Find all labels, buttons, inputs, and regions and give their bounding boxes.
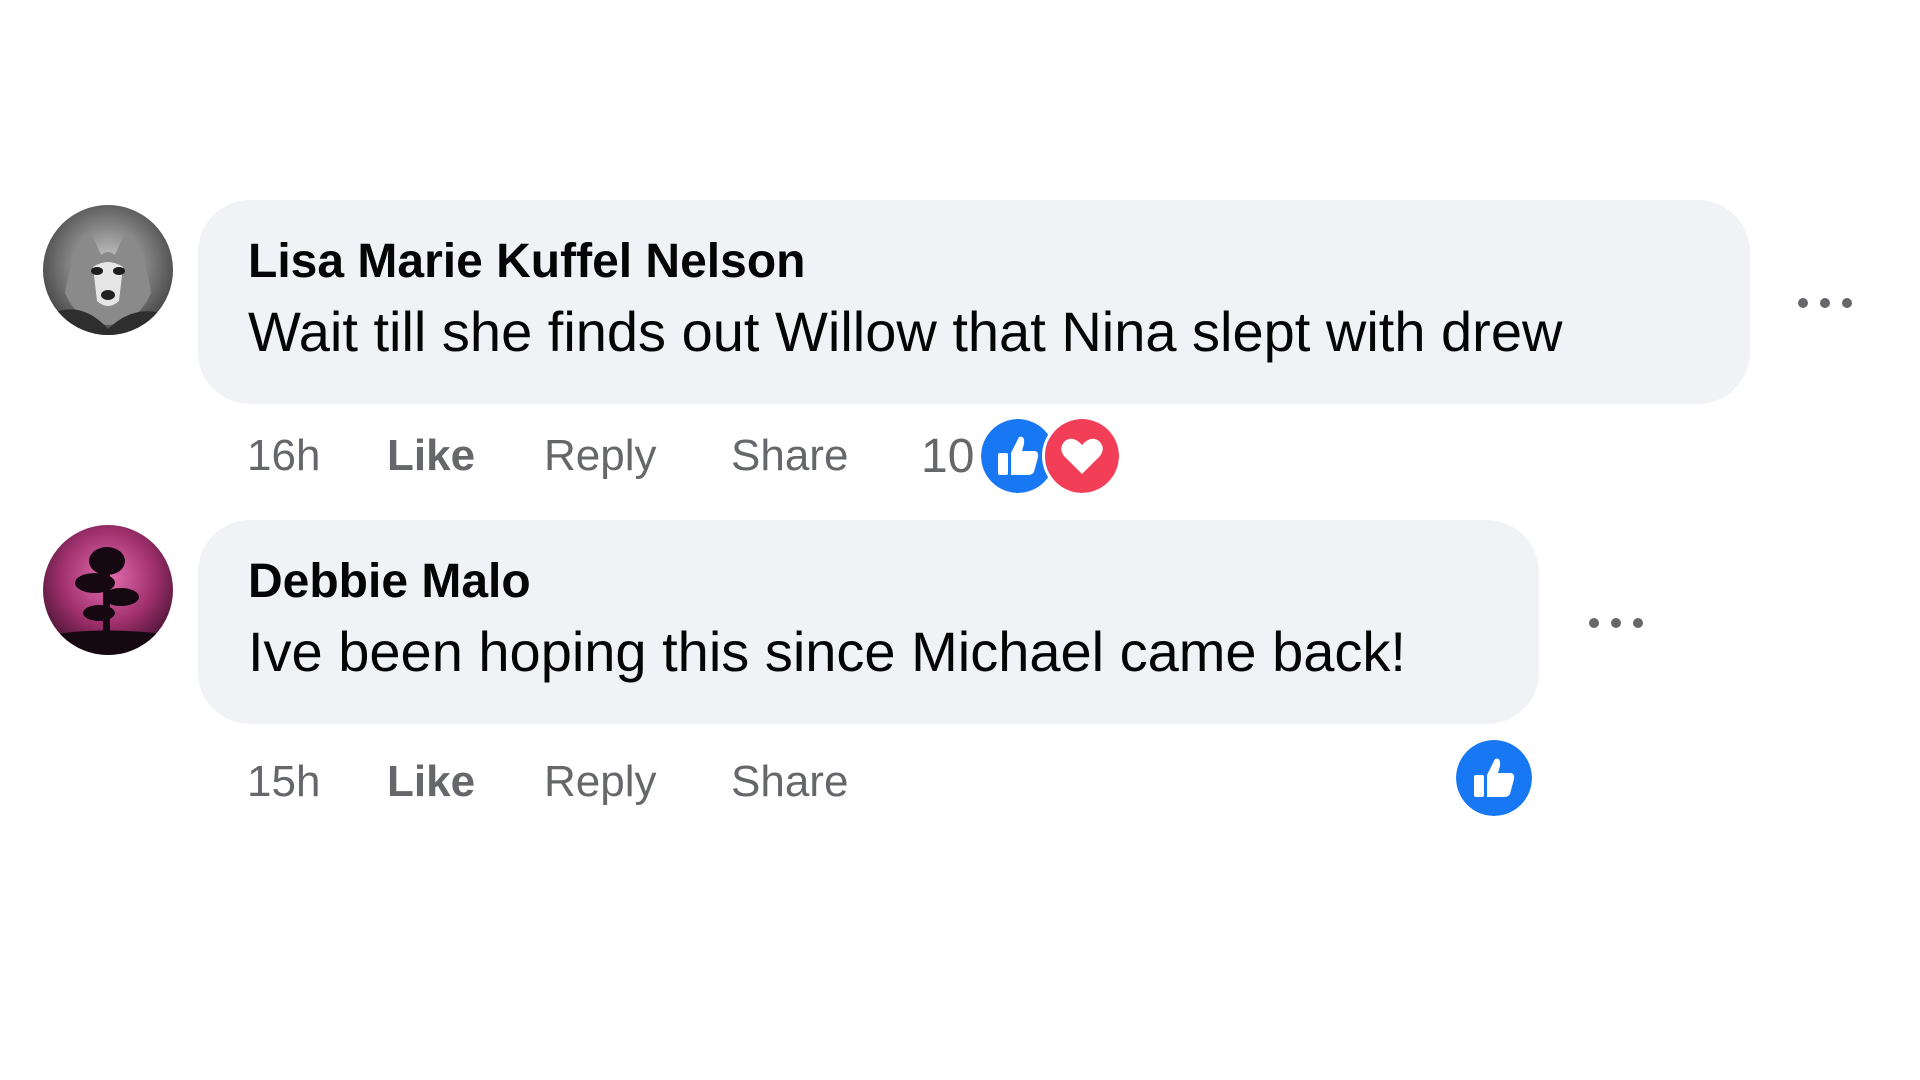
- love-icon: [1042, 416, 1123, 496]
- reply-button[interactable]: Reply: [544, 757, 731, 807]
- more-options-button[interactable]: [1576, 598, 1656, 648]
- comment-bubble: Debbie Malo Ive been hoping this since M…: [198, 520, 1539, 724]
- more-options-icon: [1589, 618, 1643, 628]
- husky-dog-avatar: [43, 205, 173, 335]
- comment-timestamp[interactable]: 16h: [247, 431, 387, 481]
- pink-tree-avatar: [43, 525, 173, 655]
- like-icon[interactable]: [1456, 740, 1532, 816]
- reply-button[interactable]: Reply: [544, 431, 731, 481]
- comments-list: Lisa Marie Kuffel Nelson Wait till she f…: [0, 0, 1920, 1080]
- more-options-button[interactable]: [1785, 278, 1865, 328]
- avatar[interactable]: [43, 525, 173, 655]
- reaction-count: 10: [921, 429, 975, 483]
- comment-text: Ive been hoping this since Michael came …: [248, 620, 1406, 683]
- like-button[interactable]: Like: [387, 757, 544, 807]
- comment-timestamp[interactable]: 15h: [247, 757, 387, 807]
- like-button[interactable]: Like: [387, 431, 544, 481]
- comment-text: Wait till she finds out Willow that Nina…: [248, 300, 1563, 363]
- more-options-icon: [1798, 298, 1852, 308]
- avatar[interactable]: [43, 205, 173, 335]
- share-button[interactable]: Share: [731, 757, 921, 807]
- comment-author[interactable]: Lisa Marie Kuffel Nelson: [248, 234, 1702, 290]
- reactions-summary[interactable]: 10: [921, 416, 1123, 496]
- comment-actions: 16h Like Reply Share 10: [247, 416, 1123, 496]
- comment-bubble: Lisa Marie Kuffel Nelson Wait till she f…: [198, 200, 1750, 404]
- comment-actions: 15h Like Reply Share: [247, 742, 921, 822]
- comment-author[interactable]: Debbie Malo: [248, 554, 1491, 610]
- share-button[interactable]: Share: [731, 431, 921, 481]
